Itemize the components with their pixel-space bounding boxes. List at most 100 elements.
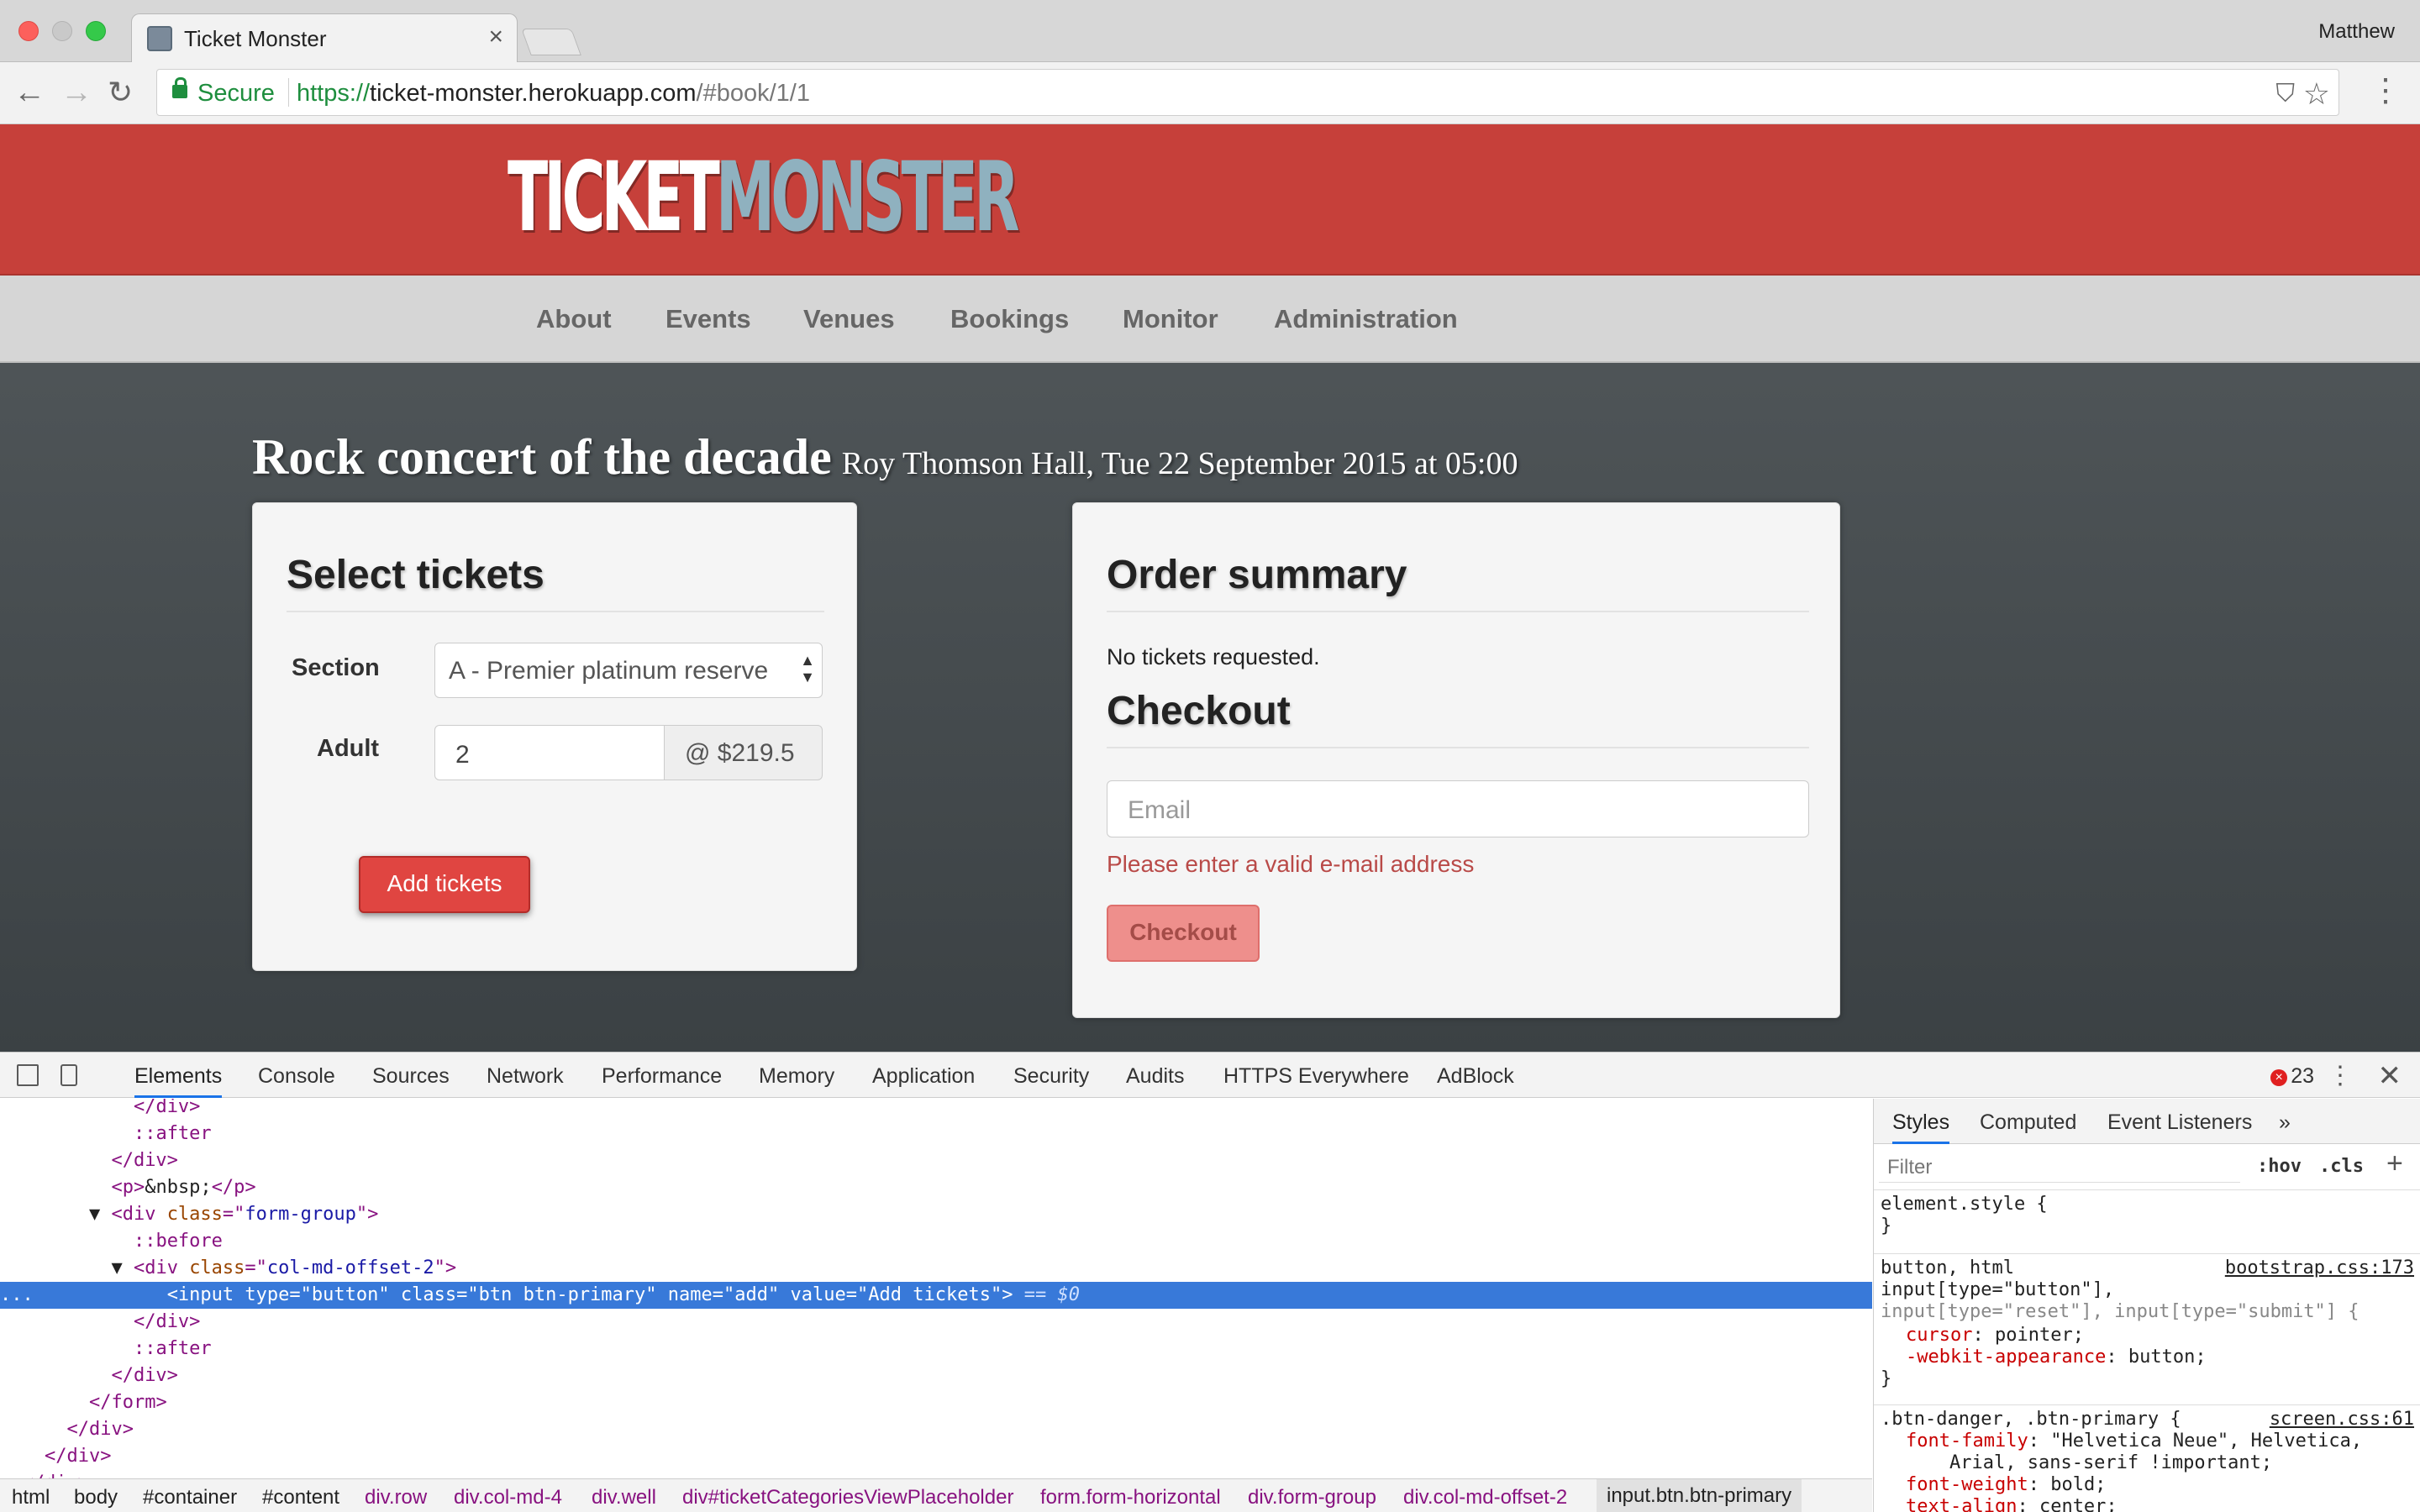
tab-security[interactable]: Security <box>1013 1064 1089 1089</box>
style-declaration[interactable]: cursor: pointer; <box>1906 1325 2084 1347</box>
reload-icon[interactable]: ↻ <box>108 76 133 109</box>
bookmark-star-icon[interactable]: ☆ <box>2303 76 2330 112</box>
rule-source-link[interactable]: bootstrap.css:173 <box>2225 1257 2414 1278</box>
back-icon[interactable]: ← <box>13 76 45 109</box>
url-scheme: https:// <box>297 80 371 107</box>
tab-performance[interactable]: Performance <box>602 1064 722 1089</box>
inspect-element-icon[interactable] <box>17 1064 39 1086</box>
dom-node[interactable]: </div> <box>0 1309 1872 1336</box>
divider <box>1107 747 1809 748</box>
dom-node-indent <box>0 1365 111 1386</box>
dom-node[interactable]: </div> <box>0 1470 1872 1478</box>
add-tickets-button[interactable]: Add tickets <box>359 856 530 913</box>
breadcrumb-item[interactable]: div.row <box>365 1486 427 1509</box>
section-select[interactable]: A - Premier platinum reserve ▲ ▼ <box>434 643 823 698</box>
dom-node[interactable]: ::before <box>0 1228 1872 1255</box>
new-rule-icon[interactable]: + <box>2386 1147 2403 1180</box>
dom-node[interactable]: </form> <box>0 1389 1872 1416</box>
breadcrumb-item[interactable]: form.form-horizontal <box>1040 1486 1221 1509</box>
property-name: text-align <box>1906 1496 2018 1512</box>
styles-tabbar: Styles Computed Event Listeners » <box>1874 1099 2420 1144</box>
dom-node-selected[interactable]: ... <input type="button" class="btn btn-… <box>0 1282 1872 1309</box>
dom-node[interactable]: ▼ <div class="col-md-offset-2"> <box>0 1255 1872 1282</box>
rule-source-link[interactable]: screen.css:61 <box>2270 1409 2414 1430</box>
new-tab-button[interactable] <box>521 29 581 55</box>
tab-computed[interactable]: Computed <box>1980 1110 2076 1135</box>
breadcrumb-item[interactable]: div.form-group <box>1248 1486 1376 1509</box>
error-count[interactable]: × 23 <box>2270 1064 2314 1089</box>
forward-icon[interactable]: → <box>60 76 92 109</box>
address-bar[interactable]: Secure https://ticket-monster.herokuapp.… <box>156 69 2339 116</box>
tab-styles[interactable]: Styles <box>1892 1110 1950 1144</box>
browser-tab-active[interactable]: Ticket Monster × <box>131 13 518 62</box>
nav-about[interactable]: About <box>536 304 612 334</box>
devtools-close-icon[interactable]: ✕ <box>2378 1059 2402 1093</box>
dom-token: </div> <box>111 1150 178 1171</box>
tab-close-icon[interactable]: × <box>488 23 503 51</box>
checkout-button[interactable]: Checkout <box>1107 905 1260 962</box>
tab-memory[interactable]: Memory <box>759 1064 834 1089</box>
tab-https-everywhere[interactable]: HTTPS Everywhere <box>1223 1064 1409 1089</box>
tab-application[interactable]: Application <box>872 1064 975 1089</box>
tab-elements[interactable]: Elements <box>134 1064 223 1098</box>
style-declaration[interactable]: font-weight: bold; <box>1906 1474 2106 1496</box>
nav-monitor[interactable]: Monitor <box>1123 304 1218 334</box>
ticket-monster-logo[interactable]: TICKETMONSTER <box>508 150 1020 245</box>
rule-selector[interactable]: .btn-danger, .btn-primary { <box>1881 1409 2181 1431</box>
tab-event-listeners[interactable]: Event Listeners <box>2107 1110 2252 1135</box>
breadcrumb-item[interactable]: #content <box>262 1486 339 1509</box>
minimize-window-button[interactable] <box>52 21 72 41</box>
tab-adblock[interactable]: AdBlock <box>1437 1064 1514 1089</box>
dom-node[interactable]: </div> <box>0 1147 1872 1174</box>
nav-bookings[interactable]: Bookings <box>950 304 1069 334</box>
style-declaration[interactable]: text-align: center; <box>1906 1496 2118 1512</box>
nav-events[interactable]: Events <box>666 304 751 334</box>
dom-node[interactable]: </div> <box>0 1362 1872 1389</box>
dom-node[interactable]: ::after <box>0 1121 1872 1147</box>
class-toggle[interactable]: .cls <box>2319 1156 2364 1177</box>
breadcrumb-item[interactable]: div#ticketCategoriesViewPlaceholder <box>682 1486 1013 1509</box>
url-text[interactable]: https://ticket-monster.herokuapp.com/#bo… <box>297 80 810 108</box>
rule-selector[interactable]: element.style { <box>1881 1194 2048 1215</box>
zoom-window-button[interactable] <box>86 21 106 41</box>
dom-tree[interactable]: </div> ::after </div> <p>&nbsp;</p> ▼ <d… <box>0 1099 1872 1478</box>
styles-filter-input[interactable]: Filter <box>1879 1151 2240 1183</box>
breadcrumb-item[interactable]: body <box>74 1486 118 1509</box>
rule-selector[interactable]: input[type="reset"], input[type="submit"… <box>1881 1301 2360 1323</box>
tab-audits[interactable]: Audits <box>1126 1064 1184 1089</box>
tab-console[interactable]: Console <box>258 1064 335 1089</box>
rule-selector[interactable]: input[type="button"], <box>1881 1279 2114 1301</box>
dom-node[interactable]: ▼ <div class="form-group"> <box>0 1201 1872 1228</box>
style-declaration[interactable]: -webkit-appearance: button; <box>1906 1347 2207 1368</box>
devtools-menu-icon[interactable]: ⋮ <box>2328 1061 2353 1090</box>
dom-token: </form> <box>88 1392 167 1413</box>
breadcrumb-item[interactable]: div.col-md-4 <box>454 1486 562 1509</box>
tab-network[interactable]: Network <box>487 1064 564 1089</box>
breadcrumb-item[interactable]: input.btn.btn-primary <box>1597 1479 1802 1512</box>
email-field[interactable]: Email <box>1107 780 1809 837</box>
dom-node[interactable]: </div> <box>0 1443 1872 1470</box>
nav-administration[interactable]: Administration <box>1274 304 1458 334</box>
breadcrumb-item[interactable]: div.well <box>592 1486 656 1509</box>
dom-token: " <box>645 1284 668 1305</box>
more-tabs-icon[interactable]: » <box>2279 1110 2291 1135</box>
device-toolbar-icon[interactable] <box>60 1064 77 1086</box>
extension-shield-icon[interactable]: ⛉ <box>2276 80 2296 108</box>
dom-node[interactable]: </div> <box>0 1099 1872 1121</box>
dom-node[interactable]: ::after <box>0 1336 1872 1362</box>
profile-name[interactable]: Matthew <box>2318 20 2395 44</box>
browser-menu-icon[interactable]: ⋮ <box>2370 74 2402 108</box>
breadcrumb-item[interactable]: div.col-md-offset-2 <box>1403 1486 1567 1509</box>
dom-node[interactable]: </div> <box>0 1416 1872 1443</box>
close-window-button[interactable] <box>18 21 39 41</box>
style-declaration[interactable]: font-family: "Helvetica Neue", Helvetica… <box>1906 1431 2362 1452</box>
nav-venues[interactable]: Venues <box>803 304 895 334</box>
adult-quantity-input[interactable]: 2 <box>434 725 665 780</box>
breadcrumb-item[interactable]: html <box>12 1486 50 1509</box>
rule-selector[interactable]: button, html <box>1881 1257 2014 1279</box>
hover-state-toggle[interactable]: :hov <box>2257 1156 2302 1177</box>
dom-node[interactable]: <p>&nbsp;</p> <box>0 1174 1872 1201</box>
main-nav: About Events Venues Bookings Monitor Adm… <box>0 276 2420 363</box>
breadcrumb-item[interactable]: #container <box>143 1486 237 1509</box>
tab-sources[interactable]: Sources <box>372 1064 450 1089</box>
